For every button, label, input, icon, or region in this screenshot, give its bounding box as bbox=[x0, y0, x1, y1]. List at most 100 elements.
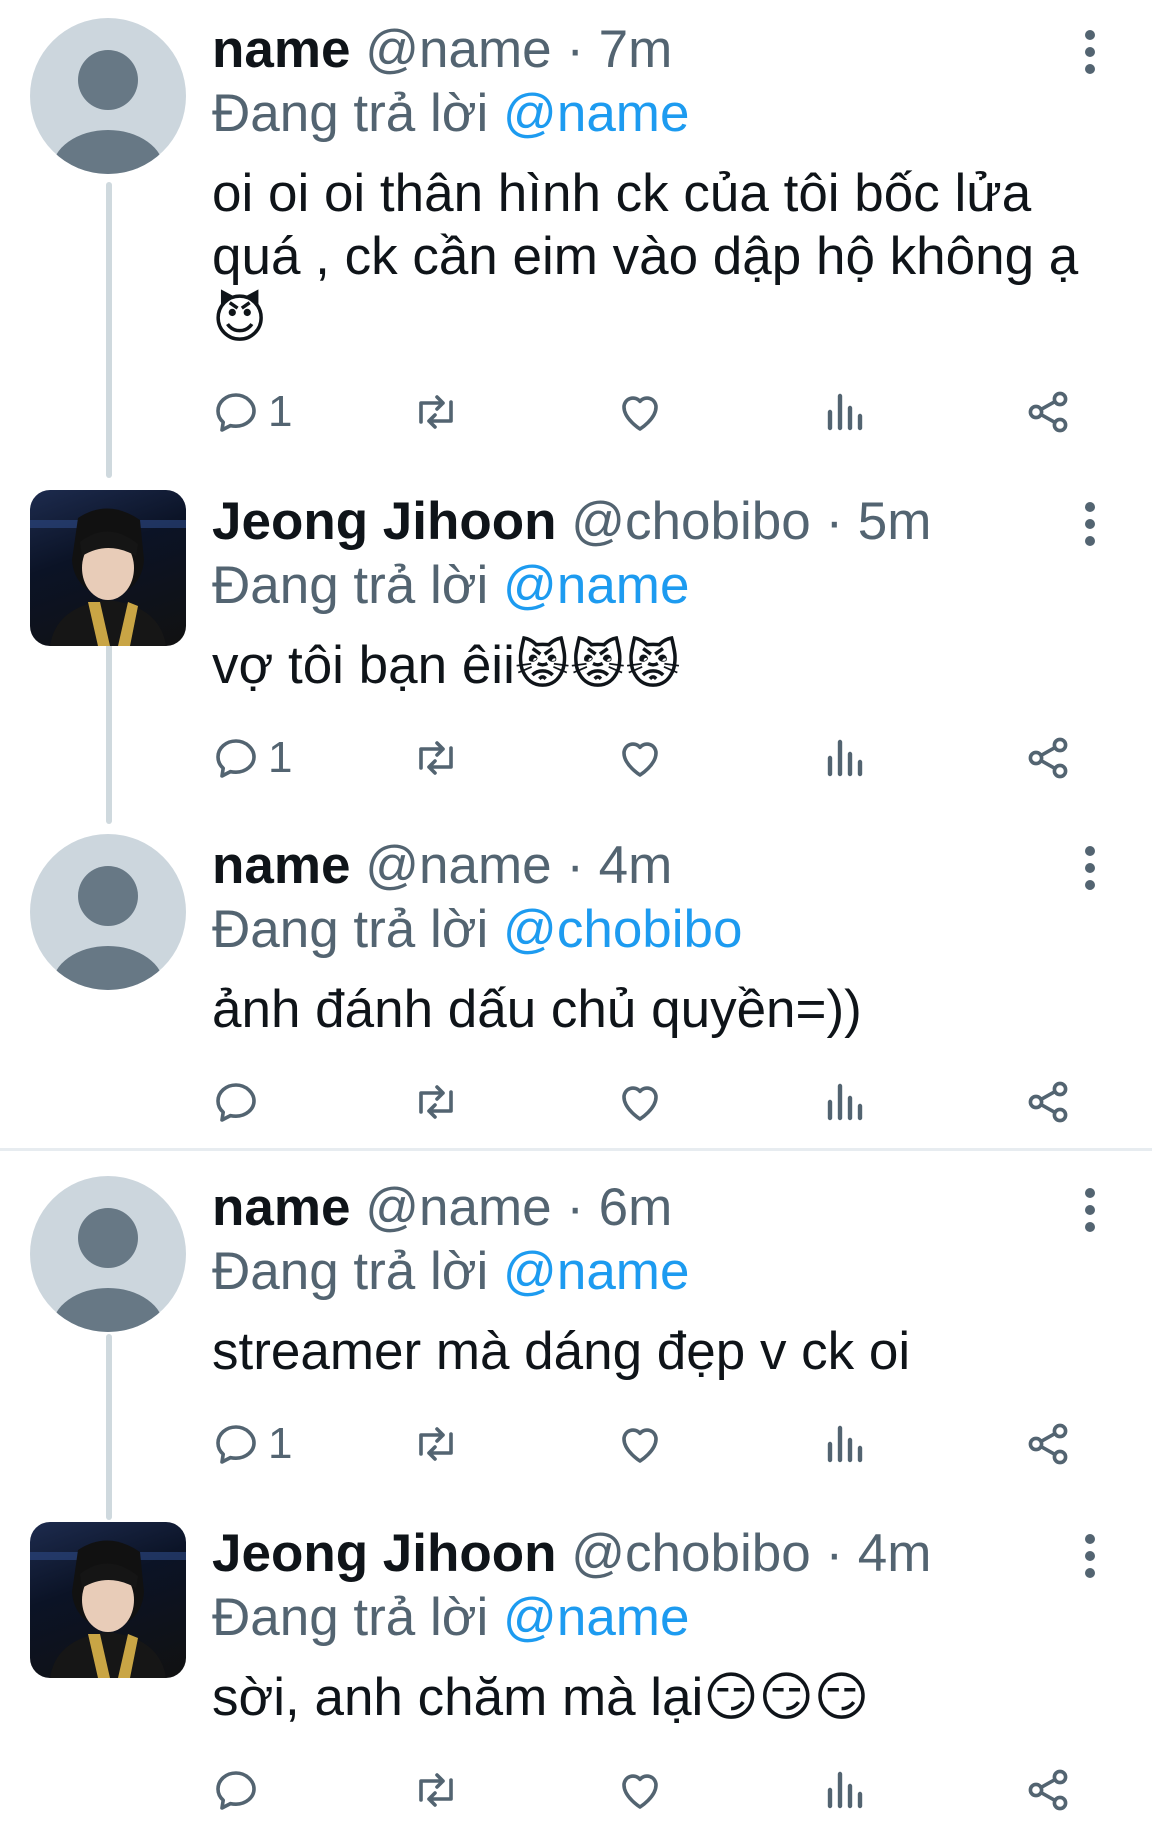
replying-to-label: Đang trả lời bbox=[212, 1242, 489, 1301]
share-button[interactable] bbox=[1024, 728, 1072, 788]
views-icon bbox=[827, 1083, 863, 1121]
share-icon bbox=[1028, 737, 1068, 779]
author-handle[interactable]: @name bbox=[365, 20, 551, 79]
tweet-header: Jeong Jihoon @chobibo · 4m bbox=[212, 1522, 931, 1586]
retweet-button[interactable] bbox=[412, 1072, 460, 1132]
author-handle[interactable]: @chobibo bbox=[571, 1524, 810, 1583]
share-button[interactable] bbox=[1024, 1760, 1072, 1820]
reply-thread: name @name · 7m Đang trả lời @name oi oi… bbox=[0, 0, 1152, 1838]
mention-link[interactable]: @name bbox=[503, 1588, 689, 1647]
author-name[interactable]: Jeong Jihoon bbox=[212, 492, 557, 551]
share-icon bbox=[1028, 1769, 1068, 1811]
replying-to: Đang trả lời @name bbox=[212, 1240, 689, 1304]
like-button[interactable] bbox=[616, 1072, 664, 1132]
replying-to: Đang trả lời @name bbox=[212, 82, 689, 146]
action-bar: 1 bbox=[212, 1414, 1092, 1474]
share-button[interactable] bbox=[1024, 382, 1072, 442]
author-name[interactable]: name bbox=[212, 1178, 350, 1237]
reply-icon bbox=[216, 393, 256, 432]
reply-button[interactable]: 1 bbox=[212, 728, 292, 788]
timestamp[interactable]: · 4m bbox=[825, 1524, 931, 1583]
author-name[interactable]: name bbox=[212, 20, 350, 79]
more-icon[interactable] bbox=[1078, 1530, 1102, 1586]
timestamp[interactable]: · 7m bbox=[566, 20, 672, 79]
mention-link[interactable]: @name bbox=[503, 84, 689, 143]
thread-line bbox=[106, 636, 112, 824]
more-icon[interactable] bbox=[1078, 498, 1102, 554]
author-handle[interactable]: @name bbox=[365, 1178, 551, 1237]
tweet-body: sời, anh chăm mà lại bbox=[212, 1668, 704, 1727]
more-icon[interactable] bbox=[1078, 842, 1102, 898]
reply-button[interactable]: 1 bbox=[212, 382, 292, 442]
views-button[interactable] bbox=[820, 1760, 868, 1820]
mention-link[interactable]: @name bbox=[503, 1242, 689, 1301]
like-button[interactable] bbox=[616, 382, 664, 442]
tweet-body: vợ tôi bạn êii bbox=[212, 636, 515, 695]
tweet-header: Jeong Jihoon @chobibo · 5m bbox=[212, 490, 931, 554]
more-icon[interactable] bbox=[1078, 26, 1102, 82]
share-button[interactable] bbox=[1024, 1072, 1072, 1132]
like-button[interactable] bbox=[616, 728, 664, 788]
author-handle[interactable]: @name bbox=[365, 836, 551, 895]
author-name[interactable]: Jeong Jihoon bbox=[212, 1524, 557, 1583]
retweet-button[interactable] bbox=[412, 1414, 460, 1474]
retweet-button[interactable] bbox=[412, 728, 460, 788]
like-button[interactable] bbox=[616, 1414, 664, 1474]
reply-button[interactable]: 1 bbox=[212, 1414, 292, 1474]
tweet-body: ảnh đánh dấu chủ quyền=)) bbox=[212, 980, 862, 1039]
default-avatar[interactable] bbox=[30, 834, 186, 990]
like-icon bbox=[622, 1428, 658, 1463]
tweet-body: oi oi oi thân hình ck của tôi bốc lửa qu… bbox=[212, 164, 1079, 286]
like-icon bbox=[622, 396, 658, 431]
retweet-icon bbox=[419, 1427, 453, 1461]
action-bar: 1 bbox=[212, 728, 1092, 788]
author-handle[interactable]: @chobibo bbox=[571, 492, 810, 551]
reply-icon bbox=[216, 1425, 256, 1464]
replying-to: Đang trả lời @name bbox=[212, 554, 689, 618]
views-button[interactable] bbox=[820, 382, 868, 442]
tweet-body: streamer mà dáng đẹp v ck oi bbox=[212, 1322, 911, 1381]
default-avatar[interactable] bbox=[30, 18, 186, 174]
views-button[interactable] bbox=[820, 1072, 868, 1132]
retweet-button[interactable] bbox=[412, 1760, 460, 1820]
timestamp[interactable]: · 5m bbox=[825, 492, 931, 551]
share-icon bbox=[1028, 391, 1068, 433]
emoji: 😈 bbox=[212, 289, 268, 350]
tweet-text: sời, anh chăm mà lại😏😏😏 bbox=[212, 1666, 1112, 1729]
reply-icon bbox=[216, 1771, 256, 1810]
timestamp[interactable]: · 6m bbox=[566, 1178, 672, 1237]
action-bar: 1 bbox=[212, 382, 1092, 442]
thread-divider bbox=[0, 1148, 1152, 1151]
timestamp[interactable]: · 4m bbox=[566, 836, 672, 895]
reply-button[interactable] bbox=[212, 1760, 268, 1820]
reply-icon bbox=[216, 739, 256, 778]
share-icon bbox=[1028, 1081, 1068, 1123]
reply-count: 1 bbox=[268, 1419, 293, 1468]
replying-to-label: Đang trả lời bbox=[212, 556, 489, 615]
reply-count: 1 bbox=[268, 733, 293, 782]
more-icon[interactable] bbox=[1078, 1184, 1102, 1240]
default-avatar[interactable] bbox=[30, 1176, 186, 1332]
mention-link[interactable]: @name bbox=[503, 556, 689, 615]
action-bar bbox=[212, 1072, 1092, 1132]
like-icon bbox=[622, 1774, 658, 1809]
views-button[interactable] bbox=[820, 1414, 868, 1474]
action-bar bbox=[212, 1760, 1092, 1820]
views-icon bbox=[827, 739, 863, 777]
like-button[interactable] bbox=[616, 1760, 664, 1820]
tweet-header: name @name · 7m bbox=[212, 18, 672, 82]
tweet-text: ảnh đánh dấu chủ quyền=)) bbox=[212, 978, 1112, 1041]
views-button[interactable] bbox=[820, 728, 868, 788]
tweet-text: streamer mà dáng đẹp v ck oi bbox=[212, 1320, 1112, 1383]
emoji: 😾😾😾 bbox=[514, 635, 681, 696]
profile-photo-avatar[interactable] bbox=[30, 490, 186, 646]
mention-link[interactable]: @chobibo bbox=[503, 900, 742, 959]
author-name[interactable]: name bbox=[212, 836, 350, 895]
retweet-icon bbox=[419, 741, 453, 775]
share-button[interactable] bbox=[1024, 1414, 1072, 1474]
replying-to-label: Đang trả lời bbox=[212, 84, 489, 143]
reply-icon bbox=[216, 1083, 256, 1122]
reply-button[interactable] bbox=[212, 1072, 268, 1132]
retweet-button[interactable] bbox=[412, 382, 460, 442]
profile-photo-avatar[interactable] bbox=[30, 1522, 186, 1678]
